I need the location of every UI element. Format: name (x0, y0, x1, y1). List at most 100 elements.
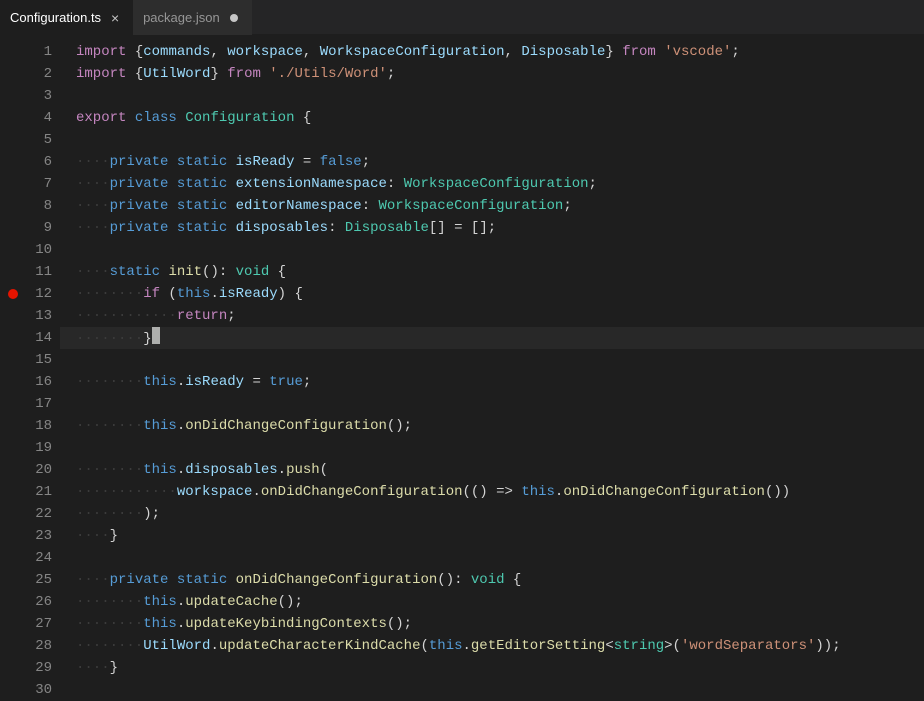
token-punct: { (505, 572, 522, 588)
code-line[interactable]: ····} (60, 657, 924, 679)
token-punct: )); (815, 638, 840, 654)
token-punct: ()) (765, 484, 790, 500)
code-line[interactable] (60, 547, 924, 569)
token-kw-class: class (135, 110, 177, 126)
token-punct: ( (420, 638, 428, 654)
line-number[interactable]: 5 (0, 129, 60, 151)
line-number[interactable]: 11 (0, 261, 60, 283)
code-area[interactable]: import {commands, workspace, WorkspaceCo… (60, 35, 924, 690)
code-line[interactable]: ········if (this.isReady) { (60, 283, 924, 305)
code-line[interactable]: ········UtilWord.updateCharacterKindCach… (60, 635, 924, 657)
code-line[interactable]: ········this.onDidChangeConfiguration(); (60, 415, 924, 437)
code-line[interactable]: ····static init(): void { (60, 261, 924, 283)
token-punct: , (303, 44, 320, 60)
line-number[interactable]: 17 (0, 393, 60, 415)
line-number[interactable]: 14 (0, 327, 60, 349)
token-str: 'vscode' (664, 44, 731, 60)
line-number[interactable]: 3 (0, 85, 60, 107)
token-fn: getEditorSetting (471, 638, 605, 654)
line-number[interactable]: 1 (0, 41, 60, 63)
line-number[interactable]: 20 (0, 459, 60, 481)
code-line[interactable] (60, 349, 924, 371)
code-line[interactable] (60, 85, 924, 107)
code-line[interactable]: ····} (60, 525, 924, 547)
breakpoint-icon[interactable] (8, 289, 18, 299)
code-line[interactable]: ········this.isReady = true; (60, 371, 924, 393)
token-kw-mod: static (110, 264, 160, 280)
token-ident: commands (143, 44, 210, 60)
line-number[interactable]: 27 (0, 613, 60, 635)
line-number[interactable]: 18 (0, 415, 60, 437)
code-line[interactable]: ········this.updateKeybindingContexts(); (60, 613, 924, 635)
code-line[interactable] (60, 437, 924, 459)
code-line[interactable]: import {commands, workspace, WorkspaceCo… (60, 41, 924, 63)
code-line[interactable]: ········} (60, 327, 924, 349)
line-number[interactable]: 26 (0, 591, 60, 613)
code-line[interactable]: ············return; (60, 305, 924, 327)
token-punct: ; (387, 66, 395, 82)
line-number[interactable]: 21 (0, 481, 60, 503)
token-punct: (); (387, 616, 412, 632)
line-number[interactable]: 25 (0, 569, 60, 591)
line-number[interactable]: 29 (0, 657, 60, 679)
token-punct: : (328, 220, 345, 236)
line-number[interactable]: 28 (0, 635, 60, 657)
code-line[interactable] (60, 679, 924, 701)
token-this: this (143, 616, 177, 632)
whitespace: ···· (76, 154, 110, 170)
line-number[interactable]: 13 (0, 305, 60, 327)
code-line[interactable]: export class Configuration { (60, 107, 924, 129)
line-number[interactable]: 10 (0, 239, 60, 261)
token-punct: ( (320, 462, 328, 478)
line-number[interactable]: 24 (0, 547, 60, 569)
token-str: './Utils/Word' (269, 66, 387, 82)
whitespace: ···· (76, 264, 110, 280)
code-line[interactable]: ····private static editorNamespace: Work… (60, 195, 924, 217)
token-fn: onDidChangeConfiguration (236, 572, 438, 588)
code-line[interactable] (60, 239, 924, 261)
code-line[interactable] (60, 129, 924, 151)
line-number[interactable]: 9 (0, 217, 60, 239)
code-line[interactable]: ········this.disposables.push( (60, 459, 924, 481)
line-number[interactable]: 30 (0, 679, 60, 701)
line-number[interactable]: 16 (0, 371, 60, 393)
tab-label: package.json (143, 10, 220, 25)
token-ident: Disposable (521, 44, 605, 60)
line-number[interactable]: 6 (0, 151, 60, 173)
token-punct (656, 44, 664, 60)
editor[interactable]: 1234567891011121314151617181920212223242… (0, 35, 924, 690)
whitespace: ···· (76, 660, 110, 676)
cursor (152, 327, 160, 344)
tab-label: Configuration.ts (10, 10, 101, 25)
token-punct: (): (437, 572, 471, 588)
code-line[interactable]: ····private static extensionNamespace: W… (60, 173, 924, 195)
code-line[interactable] (60, 393, 924, 415)
token-this: this (177, 286, 211, 302)
code-line[interactable]: import {UtilWord} from './Utils/Word'; (60, 63, 924, 85)
token-punct (227, 220, 235, 236)
line-number[interactable]: 15 (0, 349, 60, 371)
tab-configuration-ts[interactable]: Configuration.ts × (0, 0, 133, 35)
line-number[interactable]: 2 (0, 63, 60, 85)
code-line[interactable]: ····private static isReady = false; (60, 151, 924, 173)
line-number[interactable]: 7 (0, 173, 60, 195)
code-line[interactable]: ····private static onDidChangeConfigurat… (60, 569, 924, 591)
code-line[interactable]: ············workspace.onDidChangeConfigu… (60, 481, 924, 503)
token-ident: extensionNamespace (236, 176, 387, 192)
token-punct: . (463, 638, 471, 654)
token-punct: . (210, 638, 218, 654)
line-number[interactable]: 22 (0, 503, 60, 525)
code-line[interactable]: ····private static disposables: Disposab… (60, 217, 924, 239)
token-punct (168, 198, 176, 214)
tab-package-json[interactable]: package.json (133, 0, 252, 35)
line-number[interactable]: 19 (0, 437, 60, 459)
code-line[interactable]: ········); (60, 503, 924, 525)
line-number[interactable]: 8 (0, 195, 60, 217)
token-punct: } (605, 44, 622, 60)
line-number[interactable]: 4 (0, 107, 60, 129)
close-icon[interactable]: × (107, 10, 123, 26)
token-punct: : (387, 176, 404, 192)
token-punct: . (177, 374, 185, 390)
code-line[interactable]: ········this.updateCache(); (60, 591, 924, 613)
line-number[interactable]: 23 (0, 525, 60, 547)
